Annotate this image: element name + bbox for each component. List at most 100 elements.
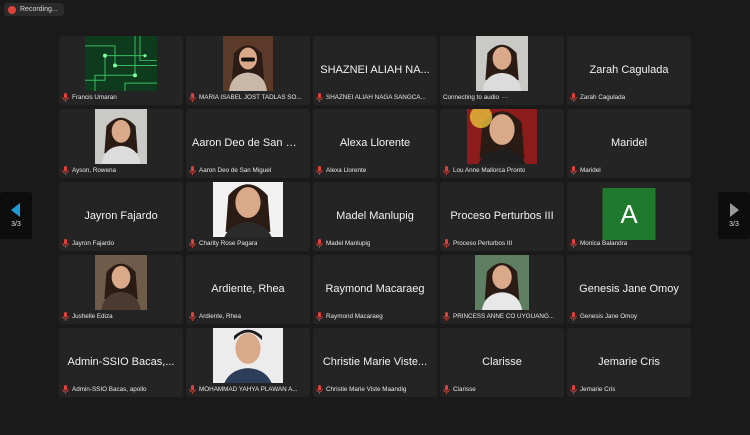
participant-tile[interactable]: PRINCESS ANNE CO UYGUANG... (440, 255, 564, 324)
participant-display-name: Jemarie Cris (598, 355, 660, 368)
participant-tile[interactable]: Admin-SSIO Bacas,... Admin-SSIO Bacas, ap… (59, 328, 183, 397)
participant-name: Maridel (580, 166, 601, 174)
recording-indicator[interactable]: Recording... (4, 3, 64, 16)
participant-name-label: Zarah Cagulada (570, 92, 687, 102)
participant-display-name: Ardiente, Rhea (211, 282, 285, 295)
participant-video (85, 36, 157, 91)
participant-tile[interactable]: Clarisse Clarisse (440, 328, 564, 397)
mic-muted-icon (443, 238, 450, 248)
participant-tile[interactable]: Madel Manlupig Madel Manlupig (313, 182, 437, 251)
participant-name: MOHAMMAD YAHYA PLAWAN A... (199, 385, 298, 393)
participant-name-label: Admin-SSIO Bacas, apollo (62, 384, 179, 394)
mic-muted-icon (62, 92, 69, 102)
mic-muted-icon (570, 165, 577, 175)
participant-tile[interactable]: Christie Marie Viste... Christie Marie Vi… (313, 328, 437, 397)
participant-tile[interactable]: A Monica Balandra (567, 182, 691, 251)
participant-tile[interactable]: Zarah Cagulada Zarah Cagulada (567, 36, 691, 105)
participant-name: Raymond Macaraeg (326, 312, 383, 320)
participant-name-label: Aaron Deo de San Miguel (189, 165, 306, 175)
participant-name-label: MARIA ISABEL JOST TADLAS SO... (189, 92, 306, 102)
participant-tile[interactable]: Ardiente, Rhea Ardiente, Rhea (186, 255, 310, 324)
mic-muted-icon (316, 92, 323, 102)
participant-display-name: Clarisse (482, 355, 522, 368)
mic-muted-icon (316, 165, 323, 175)
participant-name-label: Lou Anne Mallorca Pronto (443, 165, 560, 175)
participant-tile[interactable]: MARIA ISABEL JOST TADLAS SO... (186, 36, 310, 105)
page-indicator-left: 3/3 (11, 221, 21, 228)
participant-video (475, 255, 529, 310)
participant-name: Jemarie Cris (580, 385, 616, 393)
participant-name: Aaron Deo de San Miguel (199, 166, 272, 174)
participant-tile[interactable]: Charity Rose Pagara (186, 182, 310, 251)
mic-muted-icon (570, 92, 577, 102)
participant-name-label: Proceso Perturbos III (443, 238, 560, 248)
mic-muted-icon (189, 92, 196, 102)
participant-display-name: Admin-SSIO Bacas,... (67, 355, 175, 368)
recording-icon (8, 5, 16, 14)
participant-name-label: Ardiente, Rhea (189, 311, 306, 321)
mic-muted-icon (570, 238, 577, 248)
participant-name: SHAZNEI ALIAH NAGA SANGCA... (326, 93, 426, 101)
participant-video (223, 36, 273, 91)
next-page-button[interactable]: 3/3 (718, 192, 750, 239)
participant-video (476, 36, 528, 91)
mic-muted-icon (316, 384, 323, 394)
avatar: A (602, 188, 656, 240)
participant-video (95, 109, 147, 164)
participant-tile[interactable]: MOHAMMAD YAHYA PLAWAN A... (186, 328, 310, 397)
participant-name-label: Genesis Jane Omoy (570, 311, 687, 321)
participant-tile[interactable]: Lou Anne Mallorca Pronto (440, 109, 564, 178)
chevron-left-icon (11, 203, 20, 217)
participant-tile[interactable]: SHAZNEI ALIAH NA... SHAZNEI ALIAH NAGA SA… (313, 36, 437, 105)
participant-tile[interactable]: Aaron Deo de San Mi... Aaron Deo de San M… (186, 109, 310, 178)
participant-tile[interactable]: Genesis Jane Omoy Genesis Jane Omoy (567, 255, 691, 324)
participant-tile[interactable]: Ayson, Rowena (59, 109, 183, 178)
participant-name-label: Francis Umaran (62, 92, 179, 102)
participant-tile[interactable]: Jayron Fajardo Jayron Fajardo (59, 182, 183, 251)
participant-tile[interactable]: Jemarie Cris Jemarie Cris (567, 328, 691, 397)
participant-tile[interactable]: Alexa Llorente Alexa Llorente (313, 109, 437, 178)
participant-name-label: Maridel (570, 165, 687, 175)
participant-tile[interactable]: Francis Umaran (59, 36, 183, 105)
participant-display-name: Christie Marie Viste... (322, 355, 428, 368)
participant-name: Christie Marie Viste Maandig (326, 385, 407, 393)
participant-name: PRINCESS ANNE CO UYGUANG... (453, 312, 555, 320)
participant-name: Connecting to audio (443, 93, 500, 101)
participant-tile[interactable]: Maridel Maridel (567, 109, 691, 178)
participant-display-name: SHAZNEI ALIAH NA... (320, 63, 430, 76)
participant-tile[interactable]: Raymond Macaraeg Raymond Macaraeg (313, 255, 437, 324)
participant-display-name: Maridel (610, 136, 648, 149)
participant-tile[interactable]: Proceso Perturbos III Proceso Perturbos I… (440, 182, 564, 251)
mic-muted-icon (570, 311, 577, 321)
participant-name: Alexa Llorente (326, 166, 367, 174)
participant-name-label: Raymond Macaraeg (316, 311, 433, 321)
participant-name-label: Jayron Fajardo (62, 238, 179, 248)
participant-name: Admin-SSIO Bacas, apollo (72, 385, 147, 393)
participant-display-name: Madel Manlupig (336, 209, 414, 222)
mic-muted-icon (189, 165, 196, 175)
mic-muted-icon (189, 238, 196, 248)
participant-name-label: SHAZNEI ALIAH NAGA SANGCA... (316, 92, 433, 102)
participant-tile[interactable]: Connecting to audio ··· (440, 36, 564, 105)
participant-video (95, 255, 147, 310)
participant-name-label: Jemarie Cris (570, 384, 687, 394)
participant-name-label: Madel Manlupig (316, 238, 433, 248)
previous-page-button[interactable]: 3/3 (0, 192, 32, 239)
participant-display-name: Zarah Cagulada (589, 63, 669, 76)
participant-tile[interactable]: Jushelle Ediza (59, 255, 183, 324)
participant-name-label: Charity Rose Pagara (189, 238, 306, 248)
mic-muted-icon (189, 311, 196, 321)
participant-name: Francis Umaran (72, 93, 117, 101)
participant-name: Genesis Jane Omoy (580, 312, 638, 320)
participant-name-label: Christie Marie Viste Maandig (316, 384, 433, 394)
mic-muted-icon (62, 311, 69, 321)
participant-name: Lou Anne Mallorca Pronto (453, 166, 526, 174)
mic-muted-icon (316, 311, 323, 321)
loading-dots-icon: ··· (502, 93, 509, 101)
participant-display-name: Jayron Fajardo (84, 209, 158, 222)
mic-muted-icon (316, 238, 323, 248)
participant-name-label: Connecting to audio ··· (443, 92, 560, 102)
participant-name-label: Ayson, Rowena (62, 165, 179, 175)
participant-name: Ayson, Rowena (72, 166, 116, 174)
participant-display-name: Proceso Perturbos III (450, 209, 554, 222)
